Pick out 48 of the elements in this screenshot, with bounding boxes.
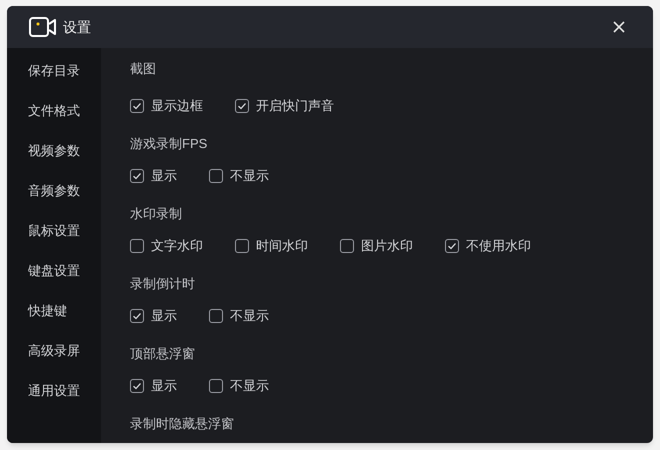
close-icon xyxy=(613,21,625,33)
section-title: 游戏录制FPS xyxy=(130,135,208,153)
section-title: 截图 xyxy=(130,60,157,78)
option-label: 显示边框 xyxy=(151,97,203,116)
option-label: 开启快门声音 xyxy=(256,97,334,116)
option-label: 时间水印 xyxy=(256,237,308,256)
sidebar-item[interactable]: 通用设置 xyxy=(28,381,101,421)
checked-checkbox[interactable] xyxy=(445,239,459,253)
video-camera-icon xyxy=(29,17,57,37)
checkbox[interactable] xyxy=(130,239,144,253)
checkbox[interactable] xyxy=(209,309,223,323)
option-label: 图片水印 xyxy=(361,237,413,256)
sidebar-item[interactable]: 文件格式 xyxy=(28,101,101,141)
checked-checkbox[interactable] xyxy=(235,99,249,113)
option-label: 不显示 xyxy=(230,307,269,326)
option-label: 不显示 xyxy=(230,377,269,396)
option-label: 显示 xyxy=(151,167,177,186)
window-title: 设置 xyxy=(63,18,91,36)
sidebar-item[interactable]: 视频参数 xyxy=(28,141,101,181)
checkbox[interactable] xyxy=(209,169,223,183)
check-icon xyxy=(132,381,142,391)
option-label: 显示 xyxy=(151,307,177,326)
check-icon xyxy=(132,171,142,181)
sidebar-item[interactable]: 高级录屏 xyxy=(28,341,101,381)
sidebar-item[interactable]: 键盘设置 xyxy=(28,261,101,301)
option-label: 显示 xyxy=(151,377,177,396)
section-title: 水印录制 xyxy=(130,205,183,223)
sidebar-item[interactable]: 保存目录 xyxy=(28,61,101,101)
option-label: 不使用水印 xyxy=(466,237,531,256)
option-label: 不显示 xyxy=(230,167,269,186)
check-icon xyxy=(447,241,457,251)
sidebar-item[interactable]: 鼠标设置 xyxy=(28,221,101,261)
checkbox[interactable] xyxy=(340,239,354,253)
check-icon xyxy=(132,101,142,111)
checked-checkbox[interactable] xyxy=(130,169,144,183)
checkbox[interactable] xyxy=(235,239,249,253)
section-title: 录制时隐藏悬浮窗 xyxy=(130,415,235,433)
sidebar-item[interactable]: 音频参数 xyxy=(28,181,101,221)
sidebar-item[interactable]: 快捷键 xyxy=(28,301,101,341)
section-title: 顶部悬浮窗 xyxy=(130,345,196,363)
option-label: 文字水印 xyxy=(151,237,203,256)
checkbox[interactable] xyxy=(209,379,223,393)
section-title: 录制倒计时 xyxy=(130,275,196,293)
check-icon xyxy=(237,101,247,111)
checked-checkbox[interactable] xyxy=(130,99,144,113)
check-icon xyxy=(132,311,142,321)
checked-checkbox[interactable] xyxy=(130,379,144,393)
checked-checkbox[interactable] xyxy=(130,309,144,323)
